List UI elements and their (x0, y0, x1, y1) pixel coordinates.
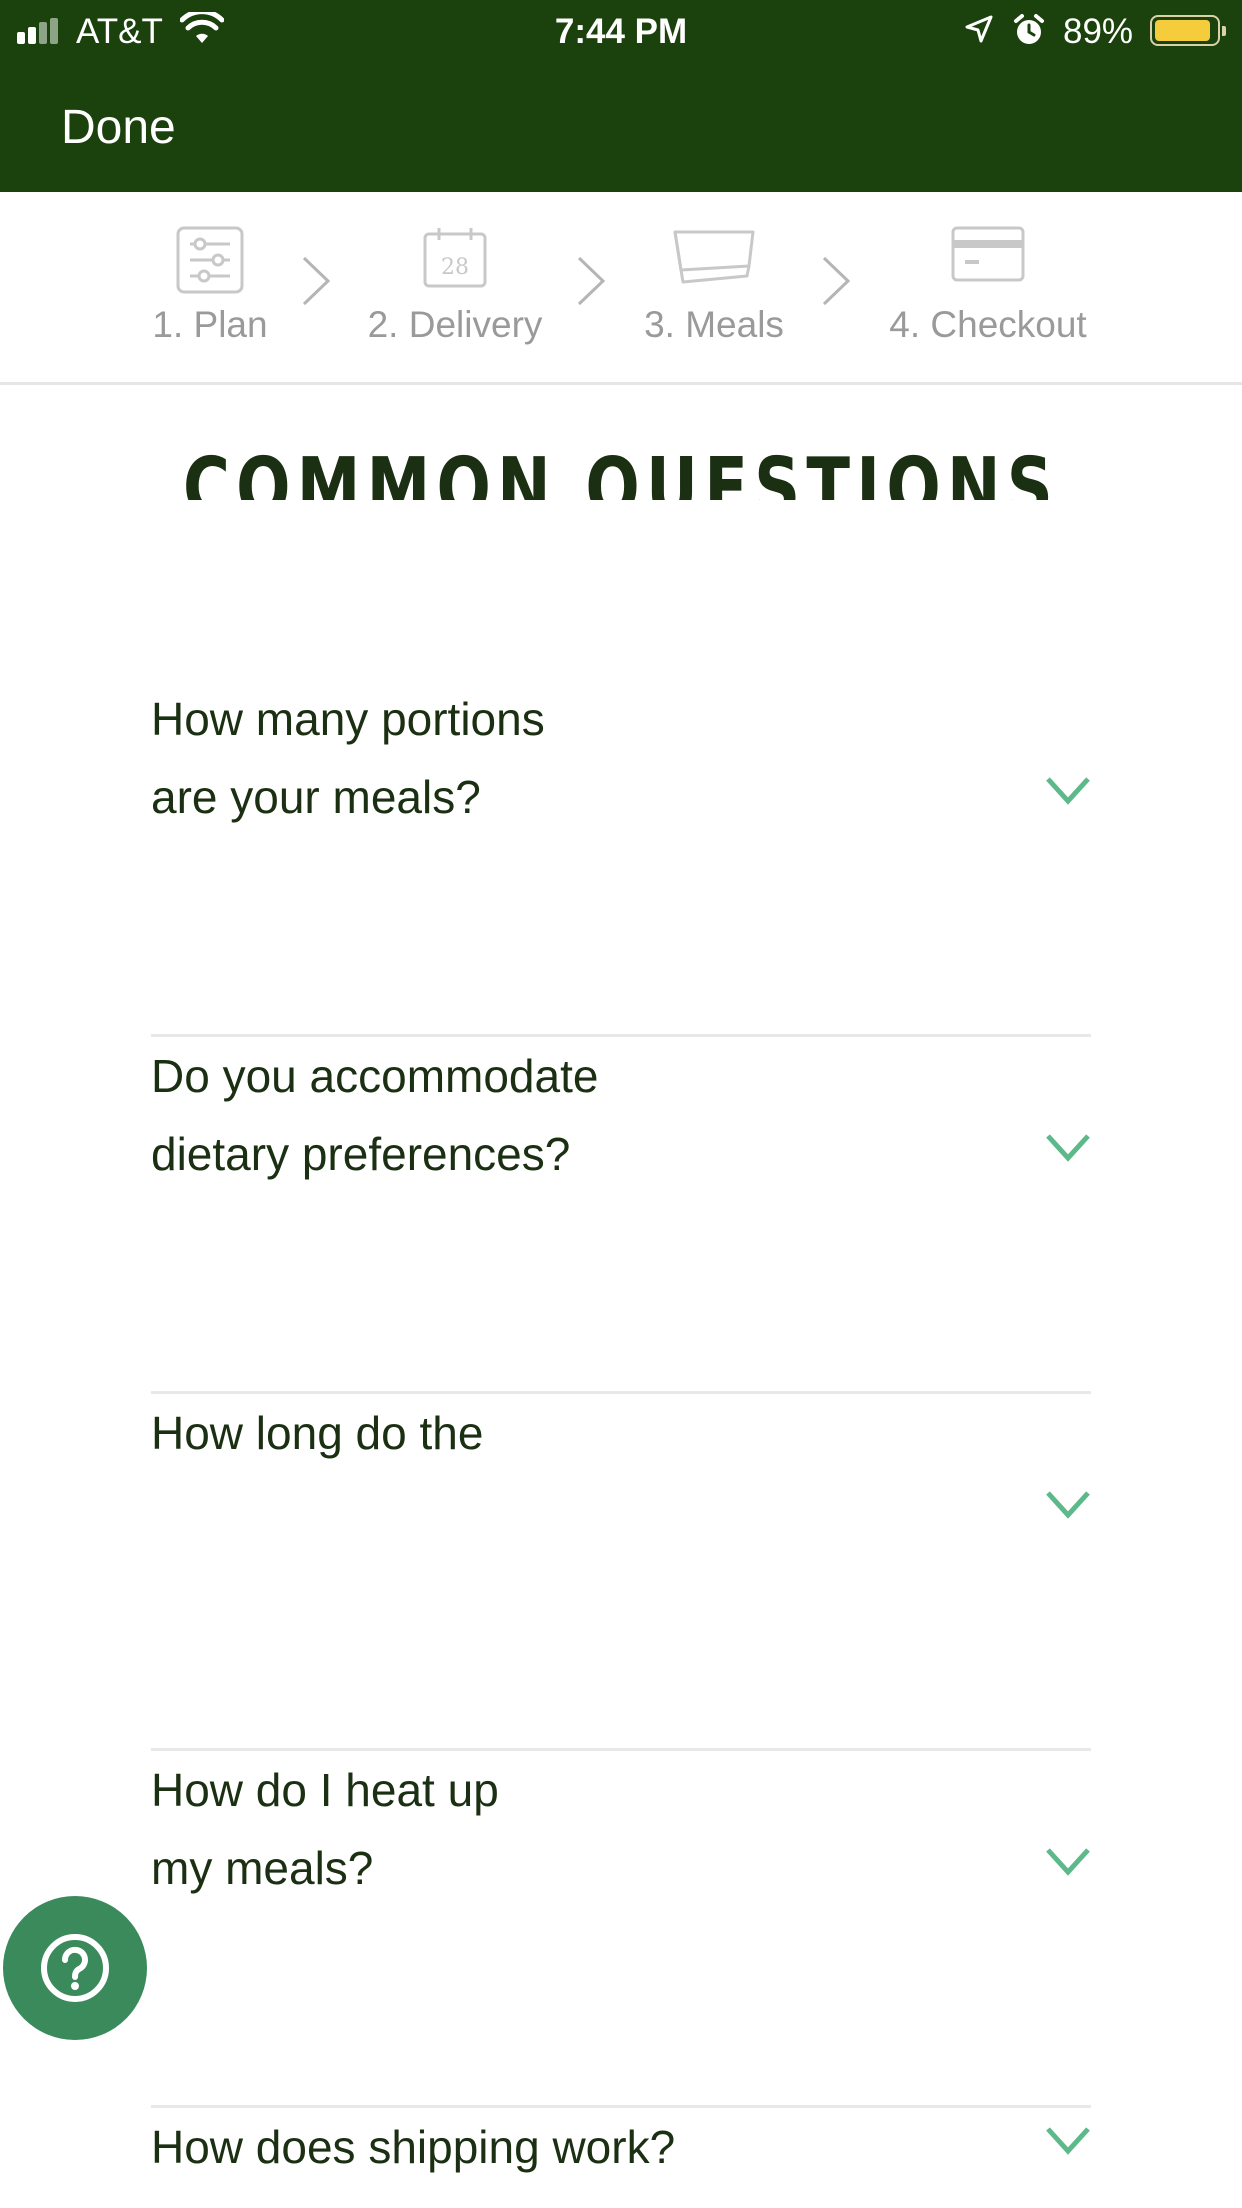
top-bar: AT&T 7:44 PM 89% Done (0, 0, 1242, 192)
chevron-down-icon[interactable] (1045, 2125, 1091, 2157)
faq-item[interactable]: How does shipping work? (151, 2108, 1091, 2208)
status-bar: AT&T 7:44 PM 89% (0, 0, 1242, 62)
credit-card-icon (951, 226, 1025, 282)
faq-question: How does shipping work? (151, 2108, 911, 2186)
faq-question-line: are your meals? (151, 771, 481, 823)
step-label: 1. Plan (152, 304, 268, 338)
alarm-icon (1014, 14, 1044, 44)
faq-question-line: Do you accommodate (151, 1050, 599, 1102)
question-mark-icon (41, 1934, 109, 2002)
chevron-right-icon (577, 256, 606, 306)
checkout-steps: 1. Plan 28 2. Delivery 3. Meals 4. Check… (0, 192, 1242, 385)
chevron-right-icon (302, 256, 331, 306)
faq-question: How long do the (151, 1394, 851, 1472)
location-icon (965, 15, 993, 43)
calendar-day: 28 (441, 255, 469, 280)
faq-question-line: dietary preferences? (151, 1128, 571, 1180)
heading-container: COMMON QUESTIONS (0, 385, 1242, 500)
sliders-icon (176, 226, 244, 294)
faq-item[interactable]: How do I heat up my meals? (151, 1751, 1091, 2108)
chevron-down-icon[interactable] (1045, 775, 1091, 807)
battery-percent: 89% (1063, 12, 1134, 51)
battery-icon (1150, 15, 1226, 46)
done-button[interactable]: Done (61, 100, 176, 155)
faq-item[interactable]: Do you accommodate dietary preferences? (151, 1037, 1091, 1394)
step-checkout[interactable]: 4. Checkout (888, 192, 1088, 382)
step-delivery[interactable]: 28 2. Delivery (355, 192, 555, 382)
faq-item[interactable]: How long do the (151, 1394, 1091, 1751)
help-button[interactable] (3, 1896, 147, 2040)
step-label: 4. Checkout (889, 304, 1087, 345)
meal-tray-icon (673, 230, 755, 284)
calendar-icon: 28 (423, 228, 487, 288)
faq-question-line: How long do the (151, 1407, 484, 1459)
faq-question-line: my meals? (151, 1842, 374, 1894)
faq-question: How do I heat up my meals? (151, 1751, 851, 1907)
faq-question: How many portions are your meals? (151, 680, 851, 836)
chevron-right-icon (822, 256, 851, 306)
chevron-down-icon[interactable] (1045, 1132, 1091, 1164)
faq-question: Do you accommodate dietary preferences? (151, 1037, 851, 1193)
faq-question-line: How does shipping work? (151, 2121, 676, 2173)
status-time: 7:44 PM (554, 12, 688, 51)
page-title: COMMON QUESTIONS (182, 441, 1060, 500)
step-label: 2. Delivery (367, 304, 543, 345)
faq-question-line: How many portions (151, 693, 545, 745)
step-meals[interactable]: 3. Meals (614, 192, 814, 382)
chevron-down-icon[interactable] (1045, 1489, 1091, 1521)
faq-item[interactable]: How many portions are your meals? (151, 680, 1091, 1037)
chevron-down-icon[interactable] (1045, 1846, 1091, 1878)
step-label: 3. Meals (644, 304, 784, 345)
faq-question-line: How do I heat up (151, 1764, 499, 1816)
step-plan[interactable]: 1. Plan (110, 192, 310, 382)
